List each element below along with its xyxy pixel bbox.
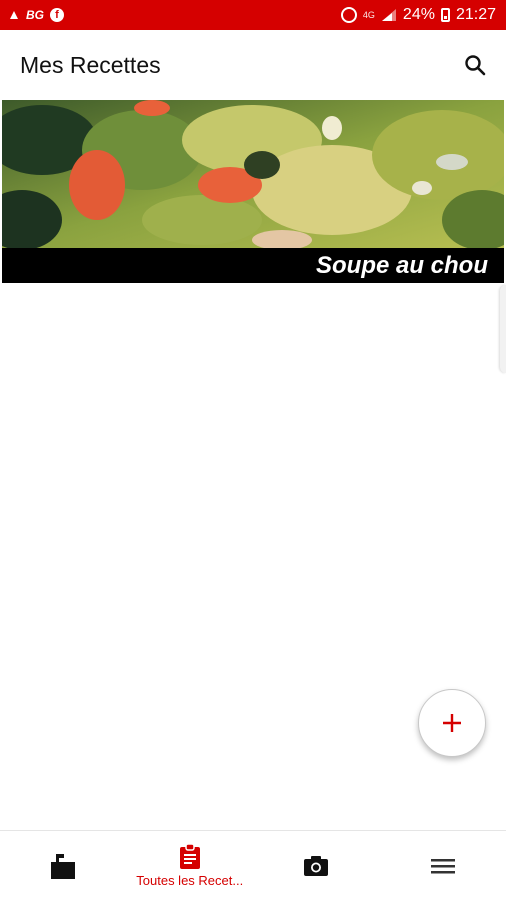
nav-item-menu[interactable] <box>380 831 506 900</box>
scrollbar[interactable] <box>500 285 506 373</box>
nav-item-all-recipes[interactable]: Toutes les Recet... <box>127 831 254 900</box>
nav-item-label: Toutes les Recet... <box>136 872 244 888</box>
menu-icon <box>430 858 455 873</box>
search-icon <box>465 55 486 76</box>
battery-icon <box>440 8 450 22</box>
bottom-nav: Toutes les Recet... <box>0 830 506 900</box>
clock: 21:27 <box>455 6 496 23</box>
clipboard-icon <box>179 843 200 869</box>
status-carrier-label: BG <box>26 8 44 22</box>
plus-icon <box>443 714 461 732</box>
battery-percent: 24% <box>402 6 435 23</box>
nav-item-mailbox[interactable] <box>0 831 127 900</box>
facebook-icon: f <box>50 8 64 22</box>
status-bar: BG f 4G 24% 21:27 <box>0 0 506 30</box>
search-button[interactable] <box>460 50 490 80</box>
status-left: BG f <box>8 8 64 22</box>
signal-icon <box>381 9 396 21</box>
add-recipe-button[interactable] <box>418 689 486 757</box>
mailbox-icon <box>51 853 76 879</box>
recipe-title: Soupe au chou <box>2 248 504 283</box>
network-type: 4G <box>362 9 375 20</box>
notification-icon <box>10 11 18 19</box>
alarm-icon <box>340 7 357 23</box>
status-right: 4G 24% 21:27 <box>340 6 496 24</box>
nav-item-camera[interactable] <box>253 831 380 900</box>
recipe-image <box>2 100 504 248</box>
page-title: Mes Recettes <box>20 51 161 78</box>
recipe-card[interactable]: Soupe au chou <box>2 100 504 283</box>
app-bar: Mes Recettes <box>0 30 506 100</box>
camera-icon <box>304 855 329 876</box>
